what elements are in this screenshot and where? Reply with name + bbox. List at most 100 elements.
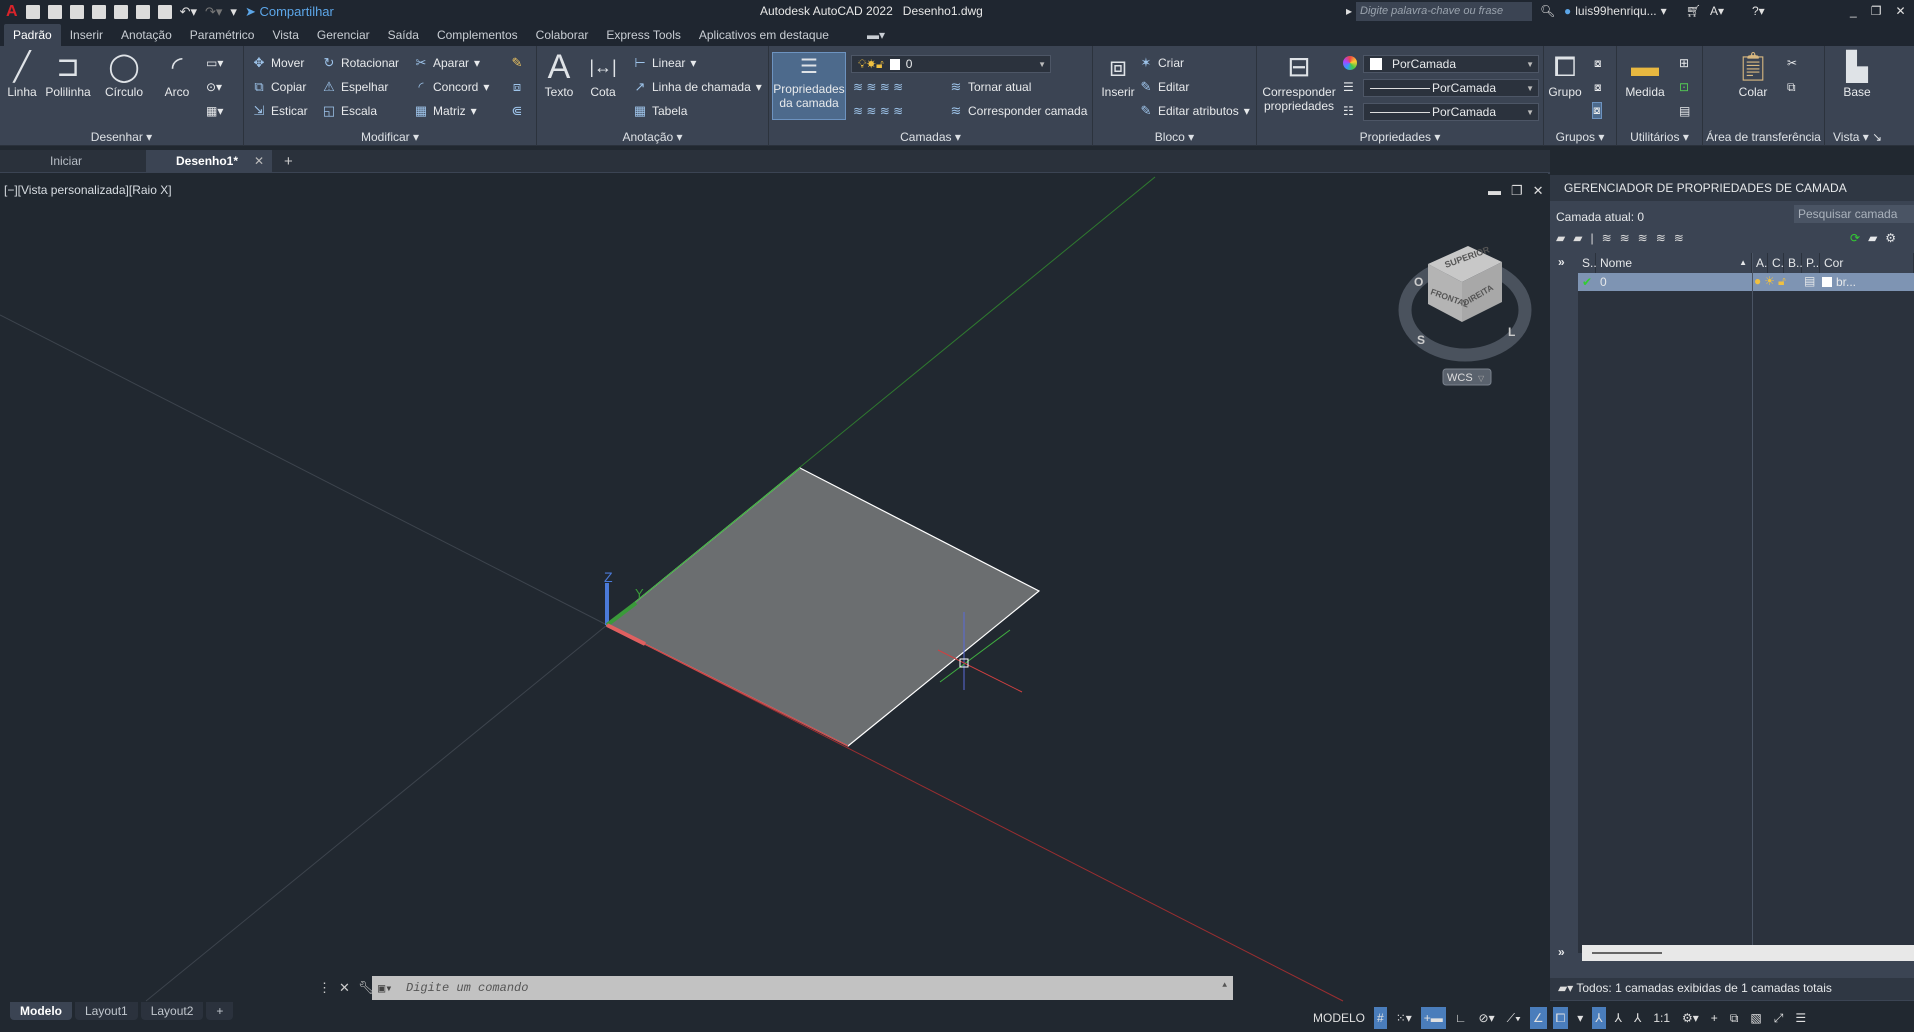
mover-button[interactable]: ✥ Mover xyxy=(252,56,305,71)
customize-icon[interactable]: ▾ xyxy=(230,4,237,20)
minimize-icon[interactable]: _ xyxy=(1850,4,1857,18)
color-dropdown[interactable]: PorCamada ▼ xyxy=(1363,55,1539,73)
isodraft-icon[interactable]: ⟋▾ xyxy=(1504,1007,1524,1029)
ucs-menu-label[interactable]: WCS xyxy=(1447,372,1473,384)
share-button[interactable]: ➤ Compartilhar xyxy=(245,4,334,20)
publish-icon[interactable] xyxy=(113,5,128,19)
plane-surface[interactable] xyxy=(605,467,1041,747)
polar-icon[interactable]: ⊘▾ xyxy=(1476,1007,1498,1029)
erase-icon[interactable]: ✎ xyxy=(510,56,524,70)
tab-parametrico[interactable]: Paramétrico xyxy=(181,24,264,46)
tab-modelo[interactable]: Modelo xyxy=(10,1002,72,1020)
column-on[interactable]: A. xyxy=(1752,253,1768,273)
column-status[interactable]: S.. xyxy=(1578,253,1597,273)
tab-layout2[interactable]: Layout2 xyxy=(140,1002,204,1020)
horizontal-scrollbar[interactable] xyxy=(1582,945,1914,961)
quick-select-icon[interactable]: ⊞ xyxy=(1679,56,1689,70)
save-as-icon[interactable] xyxy=(91,5,106,19)
tab-express-tools[interactable]: Express Tools xyxy=(597,24,689,46)
snap-icon[interactable]: ⁙▾ xyxy=(1393,1007,1415,1029)
cart-icon[interactable]: 🛒︎ xyxy=(1686,4,1701,18)
column-color[interactable]: Cor xyxy=(1820,253,1914,273)
offset-icon[interactable]: ⋐ xyxy=(510,104,524,118)
gear-icon[interactable]: ⚙ xyxy=(1885,231,1896,245)
tabela-button[interactable]: ▦ Tabela xyxy=(633,104,688,119)
open-icon[interactable] xyxy=(47,5,62,19)
calculator-icon[interactable]: ▤ xyxy=(1679,104,1690,118)
annotation-scale-icon[interactable]: ⅄ xyxy=(1631,1007,1644,1029)
ungroup-icon[interactable]: ⧇ xyxy=(1594,56,1602,71)
restore-icon[interactable]: ❐ xyxy=(1871,4,1882,18)
compass-west[interactable]: O xyxy=(1414,275,1423,289)
compass-south[interactable]: S xyxy=(1417,333,1425,347)
select-all-icon[interactable]: ⊡ xyxy=(1679,80,1689,94)
undo-icon[interactable]: ↶▾ xyxy=(180,4,197,20)
column-name[interactable]: Nome ▲ xyxy=(1596,253,1752,273)
cota-button[interactable]: |↔| Cota xyxy=(585,52,621,99)
close-tab-icon[interactable]: ✕ xyxy=(254,150,264,172)
group-select-icon[interactable]: ⧇ xyxy=(1592,102,1602,119)
corresponder-propriedades-button[interactable]: ⊟ Corresponder propriedades xyxy=(1261,52,1337,114)
command-input[interactable]: ▣▾ Digite um comando ▲ xyxy=(372,976,1233,1000)
scale-dropdown[interactable]: 1:1 xyxy=(1650,1007,1673,1029)
new-icon[interactable] xyxy=(25,5,40,19)
user-menu[interactable]: ● luis99henriqu... ▾ xyxy=(1564,4,1667,18)
compass-east[interactable]: L xyxy=(1508,325,1515,339)
export-icon[interactable] xyxy=(135,5,150,19)
plot-icon[interactable]: ▤ xyxy=(1804,274,1815,288)
propriedades-camada-button[interactable]: ☰ Propriedades da camada xyxy=(772,52,846,120)
search-icon[interactable]: 🔍︎ xyxy=(1540,4,1555,18)
group-edit-icon[interactable]: ⧇ xyxy=(1594,80,1602,95)
rotacionar-button[interactable]: ↻ Rotacionar xyxy=(322,56,399,71)
tab-anotacao[interactable]: Anotação xyxy=(112,24,181,46)
chevron-down-icon[interactable]: ▽ xyxy=(1478,374,1485,383)
tab-inserir[interactable]: Inserir xyxy=(61,24,112,46)
close-icon[interactable]: ✕ xyxy=(1895,4,1905,18)
tab-aplicativos[interactable]: Aplicativos em destaque xyxy=(690,24,838,46)
grid-icon[interactable]: # xyxy=(1374,1006,1387,1029)
column-freeze[interactable]: C. xyxy=(1768,253,1784,273)
rectangle-icon[interactable]: ▭▾ xyxy=(206,56,223,70)
layer-tool-icons-row1[interactable]: ≋ ≋ ≋ ≋ xyxy=(853,80,903,94)
annotation-visibility-icon[interactable]: ⅄ xyxy=(1592,1006,1606,1029)
filter-icon[interactable]: ▰▾ xyxy=(1558,981,1576,995)
color-swatch[interactable] xyxy=(1822,277,1832,287)
matriz-button[interactable]: ▦ Matriz ▾ xyxy=(414,104,477,119)
redo-icon[interactable]: ↷▾ xyxy=(205,4,222,20)
close-command-icon[interactable]: ✕ xyxy=(339,980,350,996)
explode-icon[interactable]: ⧈ xyxy=(510,80,524,94)
medida-button[interactable]: ▬ Medida xyxy=(1621,52,1669,100)
tab-gerenciar[interactable]: Gerenciar xyxy=(308,24,379,46)
tab-iniciar[interactable]: Iniciar xyxy=(20,150,146,172)
settings-layer-icon[interactable]: ▰ xyxy=(1868,231,1877,245)
escala-button[interactable]: ◱ Escala xyxy=(322,104,377,119)
gear-icon[interactable]: ⚙▾ xyxy=(1679,1007,1702,1029)
menu-icon[interactable]: ☰ xyxy=(1792,1007,1809,1029)
column-lock[interactable]: B.. xyxy=(1784,253,1803,273)
aparar-button[interactable]: ✂ Aparar ▾ xyxy=(414,56,481,71)
object-snap-tracking-icon[interactable]: ∠ xyxy=(1529,1006,1547,1029)
viewport-close-icon[interactable]: ✕ xyxy=(1533,183,1544,199)
copiar-button[interactable]: ⧉ Copiar xyxy=(252,80,306,95)
new-tab-button[interactable]: + xyxy=(272,153,293,170)
save-icon[interactable] xyxy=(69,5,84,19)
plot-icon[interactable] xyxy=(157,5,172,19)
esticar-button[interactable]: ⇲ Esticar xyxy=(252,104,308,119)
layer-search-input[interactable]: Pesquisar camada xyxy=(1794,205,1914,223)
editar-button[interactable]: ✎ Editar xyxy=(1139,80,1190,95)
base-button[interactable]: ▙ Base xyxy=(1837,52,1877,100)
viewcube[interactable]: SUPERIOR FRONTAL DIREITA O S L WCS ▽ xyxy=(1398,244,1532,386)
panel-title[interactable]: Utilitários ▾ xyxy=(1617,130,1702,144)
tab-desenho1[interactable]: Desenho1* ✕ xyxy=(146,150,272,172)
chevron-down-icon[interactable]: ▾ xyxy=(1574,1007,1586,1029)
corresponder-camada-button[interactable]: ≋ Corresponder camada xyxy=(949,104,1088,119)
help-search-input[interactable]: Digite palavra-chave ou frase xyxy=(1356,2,1532,21)
fullscreen-icon[interactable]: ⤢ xyxy=(1771,1007,1787,1029)
layer-tool-icons-row2[interactable]: ≋ ≋ ≋ ≋ xyxy=(853,104,903,118)
panel-title[interactable]: Vista ▾ ↘ xyxy=(1825,130,1914,144)
hatch-circle-icon[interactable]: ⊙▾ xyxy=(206,80,222,94)
autocad-logo[interactable]: A xyxy=(6,3,18,21)
inserir-button[interactable]: ⧈ Inserir xyxy=(1097,52,1139,100)
drawing-viewport[interactable]: Z Y SUPERIOR FRONTAL DIREITA O S L WCS ▽ xyxy=(0,173,1548,1003)
espelhar-button[interactable]: ⚠ Espelhar xyxy=(322,80,388,95)
